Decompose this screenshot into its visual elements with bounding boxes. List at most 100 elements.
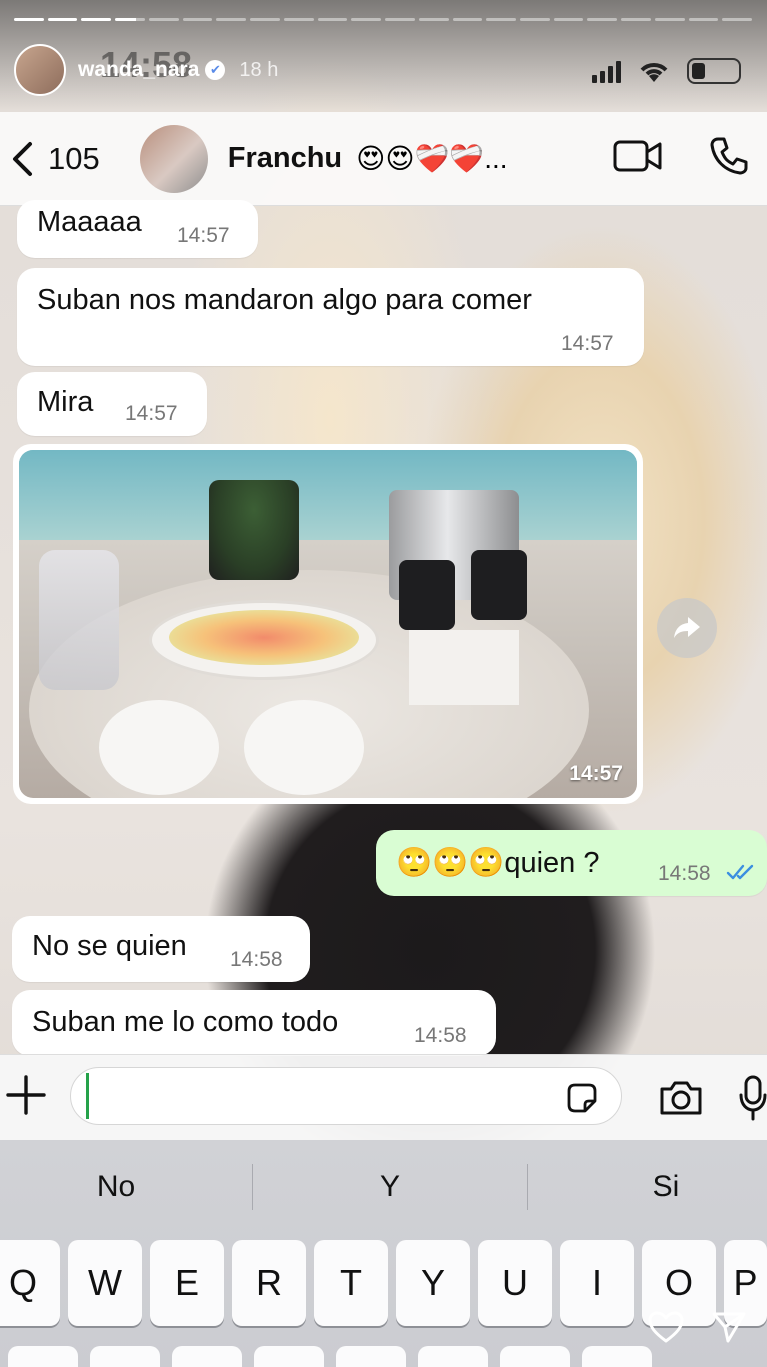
message-time: 14:57 — [561, 332, 614, 355]
message-time: 14:57 — [177, 224, 230, 247]
story-avatar[interactable] — [14, 44, 66, 96]
photo-window — [19, 450, 637, 540]
photo-napkin — [244, 700, 364, 795]
story-progress-segment — [317, 18, 348, 21]
story-progress-segment — [14, 18, 44, 21]
key-i[interactable]: I — [560, 1240, 634, 1326]
forward-button[interactable] — [657, 598, 717, 658]
suggestion-2[interactable]: Y — [340, 1170, 440, 1204]
story-progress-segment — [115, 18, 145, 21]
story-progress-segment — [216, 18, 247, 21]
message-text: Maaaaa — [37, 206, 142, 238]
camera-icon[interactable] — [658, 1079, 704, 1117]
message-text: Mira — [37, 386, 94, 418]
story-progress-segment — [418, 18, 449, 21]
wifi-icon — [640, 63, 668, 82]
unread-count: 105 — [48, 140, 100, 176]
story-progress-segment — [654, 18, 685, 21]
message-time: 14:58 — [414, 1024, 467, 1047]
keyboard-row2-key[interactable] — [254, 1346, 324, 1367]
message-in[interactable]: Maaaaa 14:57 — [17, 200, 258, 258]
keyboard-row2-key[interactable] — [582, 1346, 652, 1367]
photo-glass — [399, 560, 455, 630]
story-username[interactable]: wanda_nara — [78, 58, 199, 82]
suggestion-divider — [527, 1164, 528, 1210]
header-actions — [613, 136, 749, 176]
contact-name[interactable]: Franchu — [228, 142, 342, 175]
story-progress-segment — [688, 18, 719, 21]
verified-badge-icon: ✔ — [205, 60, 226, 80]
key-w[interactable]: W — [68, 1240, 142, 1326]
message-input[interactable] — [70, 1067, 622, 1125]
photo-fruit — [169, 610, 359, 665]
key-u[interactable]: U — [478, 1240, 552, 1326]
chevron-left-icon — [13, 141, 32, 176]
phone-icon[interactable] — [709, 136, 749, 176]
contact-emojis: 😍😍❤️‍🩹❤️‍🩹... — [356, 143, 508, 174]
battery-icon — [687, 58, 741, 84]
keyboard-row2-key[interactable] — [172, 1346, 242, 1367]
story-progress-segment — [722, 18, 753, 21]
photo-card — [409, 630, 519, 705]
story-progress-segment — [250, 18, 280, 21]
video-call-icon[interactable] — [613, 139, 663, 173]
message-time: 14:57 — [125, 402, 178, 425]
keyboard-row2-key[interactable] — [418, 1346, 488, 1367]
story-progress-segment — [148, 18, 179, 21]
message-text: Suban nos mandaron algo para comer — [37, 284, 532, 316]
keyboard-row2-key[interactable] — [336, 1346, 406, 1367]
photo-jar — [39, 550, 119, 690]
story-progress-segment — [621, 18, 651, 21]
suggestion-3[interactable]: Si — [616, 1170, 716, 1204]
plus-icon[interactable] — [4, 1073, 48, 1117]
key-q[interactable]: Q — [0, 1240, 60, 1326]
story-progress-segment — [553, 18, 584, 21]
story-header: wanda_nara ✔ 18 h — [14, 42, 278, 98]
sticker-icon[interactable] — [565, 1081, 599, 1115]
message-image[interactable]: 14:57 — [13, 444, 643, 804]
message-text: Suban me lo como todo — [32, 1006, 339, 1038]
story-progress-segment — [182, 18, 213, 21]
key-r[interactable]: R — [232, 1240, 306, 1326]
microphone-icon[interactable] — [738, 1075, 767, 1121]
key-e[interactable]: E — [150, 1240, 224, 1326]
message-time: 14:57 — [569, 762, 623, 785]
message-out[interactable]: 🙄🙄🙄quien ? 14:58 — [376, 830, 767, 896]
photo-plant — [209, 480, 299, 580]
message-in[interactable]: Mira 14:57 — [17, 372, 207, 436]
back-button[interactable]: 105 — [10, 140, 100, 178]
signal-icon — [592, 59, 621, 83]
forward-icon — [674, 617, 700, 638]
photo-glass — [471, 550, 527, 620]
story-progress-segment — [47, 18, 78, 21]
heart-icon[interactable] — [647, 1310, 685, 1344]
message-in[interactable]: Suban nos mandaron algo para comer 14:57 — [17, 268, 644, 366]
send-icon[interactable] — [711, 1310, 747, 1344]
keyboard-row2-key[interactable] — [8, 1346, 78, 1367]
text-caret — [86, 1073, 89, 1119]
story-progress — [14, 18, 753, 22]
message-text: 🙄🙄🙄quien ? — [396, 847, 600, 879]
story-progress-segment — [587, 18, 618, 21]
keyboard-row2-key[interactable] — [90, 1346, 160, 1367]
suggestion-1[interactable]: No — [66, 1170, 166, 1204]
story-progress-segment — [81, 18, 112, 21]
story-progress-segment — [452, 18, 483, 21]
suggestion-divider — [252, 1164, 253, 1210]
photo-napkin — [99, 700, 219, 795]
message-in[interactable]: Suban me lo como todo 14:58 — [12, 990, 496, 1056]
key-y[interactable]: Y — [396, 1240, 470, 1326]
read-receipt-icon — [726, 864, 754, 880]
message-in[interactable]: No se quien 14:58 — [12, 916, 310, 982]
story-progress-segment — [486, 18, 517, 21]
contact-avatar[interactable] — [139, 124, 208, 193]
story-progress-segment — [520, 18, 550, 21]
food-photo[interactable]: 14:57 — [19, 450, 637, 798]
story-progress-segment — [385, 18, 415, 21]
keyboard-row2-key[interactable] — [500, 1346, 570, 1367]
key-t[interactable]: T — [314, 1240, 388, 1326]
composer-bar — [0, 1054, 767, 1140]
status-icons — [592, 58, 741, 84]
message-time: 14:58 — [230, 948, 283, 971]
message-text: No se quien — [32, 930, 187, 962]
